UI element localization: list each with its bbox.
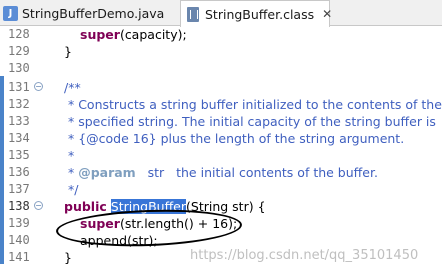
watermark: https://blog.csdn.net/qq_35101450 bbox=[190, 248, 419, 263]
line-number: 132 bbox=[8, 97, 30, 111]
code-line-137: 137 */ bbox=[0, 181, 442, 198]
keyword: super bbox=[80, 27, 120, 42]
line-number: 129 bbox=[8, 44, 30, 58]
javadoc-tag: @param bbox=[78, 165, 136, 180]
fold-toggle-icon[interactable]: − bbox=[34, 82, 43, 91]
code-text: (capacity); bbox=[119, 27, 187, 42]
code-line-131: 131 − /** bbox=[0, 79, 442, 96]
code-line-136: 136 * @param str the initial contents of… bbox=[0, 164, 442, 181]
code-line-138: 138 − public StringBuffer(String str) { bbox=[0, 198, 442, 215]
code-line-135: 135 * bbox=[0, 147, 442, 164]
line-number: 140 bbox=[8, 233, 30, 247]
code-text: } bbox=[64, 44, 72, 59]
line-number: 136 bbox=[8, 165, 30, 179]
tab-stringbufferdemo-java[interactable]: J StringBufferDemo.java bbox=[0, 0, 178, 26]
comment-text: str the initial contents of the buffer. bbox=[135, 165, 378, 180]
class-file-icon bbox=[186, 6, 201, 22]
comment-text: * Constructs a string buffer initialized… bbox=[64, 97, 442, 112]
tab-stringbuffer-class[interactable]: StringBuffer.class ✕ bbox=[180, 0, 332, 27]
line-number: 133 bbox=[8, 114, 30, 128]
code-line-128: 128 super(capacity); bbox=[0, 26, 442, 43]
comment-text: * bbox=[64, 148, 75, 163]
line-number: 138 bbox=[8, 199, 30, 213]
keyword: public bbox=[64, 199, 107, 214]
line-number: 139 bbox=[8, 216, 30, 230]
comment-text: * {@code 16} plus the length of the stri… bbox=[64, 131, 405, 146]
comment-text: * bbox=[64, 165, 79, 180]
comment-text: * specified string. The initial capacity… bbox=[64, 114, 436, 129]
code-text: } bbox=[64, 250, 72, 265]
code-line-134: 134 * {@code 16} plus the length of the … bbox=[0, 130, 442, 147]
comment-text: */ bbox=[64, 182, 79, 197]
code-line-132: 132 * Constructs a string buffer initial… bbox=[0, 96, 442, 113]
line-number: 141 bbox=[8, 250, 30, 264]
line-number: 137 bbox=[8, 182, 30, 196]
comment-text: /** bbox=[64, 80, 81, 95]
tab-label: StringBuffer.class bbox=[205, 6, 315, 22]
java-file-icon: J bbox=[3, 5, 18, 21]
code-line-133: 133 * specified string. The initial capa… bbox=[0, 113, 442, 130]
code-line-130: 130 bbox=[0, 60, 442, 77]
line-number: 130 bbox=[8, 61, 30, 75]
editor-tab-bar: J StringBufferDemo.java StringBuffer.cla… bbox=[0, 0, 442, 27]
tab-label: StringBufferDemo.java bbox=[22, 5, 165, 21]
code-line-129: 129 } bbox=[0, 43, 442, 60]
line-number: 131 bbox=[8, 80, 30, 94]
line-number: 134 bbox=[8, 131, 30, 145]
fold-toggle-icon[interactable]: − bbox=[34, 201, 43, 210]
line-number: 128 bbox=[8, 27, 30, 41]
close-icon[interactable]: ✕ bbox=[322, 7, 332, 21]
line-number: 135 bbox=[8, 148, 30, 162]
